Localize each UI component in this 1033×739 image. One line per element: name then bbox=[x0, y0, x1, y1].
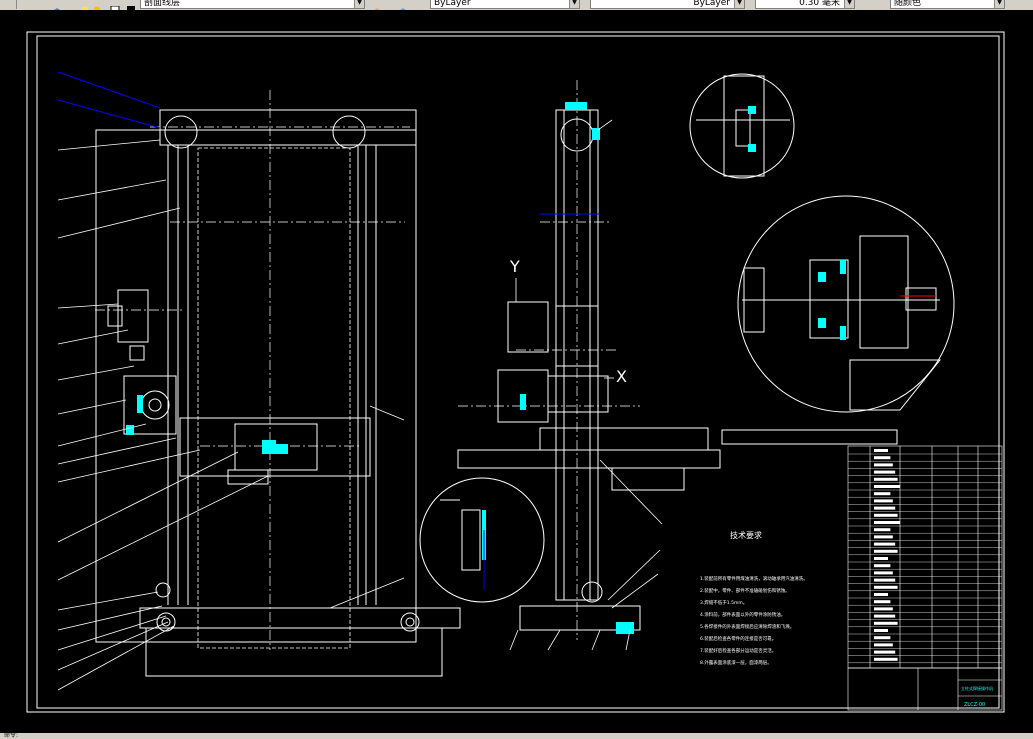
axis-y-label: Y bbox=[509, 257, 520, 276]
parts-row-text-mark bbox=[874, 485, 900, 488]
parts-row-text-mark bbox=[874, 607, 893, 611]
layer-color-icon[interactable] bbox=[126, 0, 136, 10]
linetype-combo-value: ByLayer bbox=[693, 0, 730, 8]
parts-row-text-mark bbox=[874, 643, 893, 647]
lineweight-combo[interactable]: 0.30 毫米 ▼ bbox=[755, 0, 855, 9]
lightbulb-icon[interactable] bbox=[80, 0, 90, 10]
parts-row-text-mark bbox=[874, 549, 898, 553]
parts-row-text-mark bbox=[874, 636, 891, 640]
detail-circle-top bbox=[689, 73, 795, 179]
axis-x-label: X bbox=[616, 367, 627, 386]
tech-line-2: 2.装配中，零件、部件不准磕碰划伤和锈蚀。 bbox=[700, 587, 790, 594]
parts-row-text-mark bbox=[874, 535, 893, 539]
sun-icon[interactable] bbox=[92, 0, 102, 10]
parts-row-text-mark bbox=[874, 528, 891, 532]
parts-row-text-mark bbox=[874, 463, 893, 467]
drawing-canvas[interactable]: Y X 技术要求 1.装配前所有零件用煤油清洗，滚动轴承用汽油清洗。 2.装配中… bbox=[0, 10, 1033, 735]
tech-line-4: 4.涂料前，部件表面以外的零件涂防锈油。 bbox=[700, 611, 785, 618]
parts-row-text-mark bbox=[874, 513, 898, 517]
parts-list-rows bbox=[848, 453, 1002, 663]
parts-row-text-mark bbox=[874, 629, 888, 632]
axis-labels: Y X bbox=[509, 257, 627, 386]
tech-line-7: 7.装配好后检查各部分运动是否灵活。 bbox=[700, 647, 776, 654]
parts-row-text-mark bbox=[874, 650, 896, 654]
parts-row-text-mark bbox=[874, 499, 893, 503]
chevron-down-icon[interactable]: ▼ bbox=[844, 0, 854, 8]
layer-combo[interactable]: 剖面线层 ▼ bbox=[140, 0, 365, 9]
front-view bbox=[95, 109, 461, 677]
parts-row-text-mark bbox=[874, 593, 888, 596]
detail-top-cyan bbox=[748, 106, 756, 152]
parts-row-text-mark bbox=[874, 585, 898, 589]
drawing-svg[interactable]: Y X 技术要求 1.装配前所有零件用煤油清洗，滚动轴承用汽油清洗。 2.装配中… bbox=[0, 10, 1033, 735]
chevron-down-icon[interactable]: ▼ bbox=[569, 0, 579, 8]
tech-line-1: 1.装配前所有零件用煤油清洗，滚动轴承用汽油清洗。 bbox=[700, 575, 808, 582]
color-combo-value: ByLayer bbox=[434, 0, 471, 8]
tech-line-8: 8.外露表面涂底漆一层，面漆两层。 bbox=[700, 659, 772, 666]
tech-line-3: 3.焊缝不低于1.5mm。 bbox=[700, 599, 747, 606]
front-view-centerlines bbox=[95, 90, 410, 650]
side-view-leaders bbox=[509, 119, 663, 651]
tech-requirements: 技术要求 1.装配前所有零件用煤油清洗，滚动轴承用汽油清洗。 2.装配中，零件、… bbox=[700, 530, 808, 666]
parts-row-text-mark bbox=[874, 477, 898, 481]
layer-combo-value: 剖面线层 bbox=[144, 0, 181, 8]
layer-state-icon[interactable] bbox=[50, 0, 64, 10]
command-line-prompt: 命令: bbox=[4, 732, 19, 739]
parts-row-text-mark bbox=[874, 449, 888, 452]
title-block-text: 立柱式焊接操作机 ZLCZ-00 bbox=[961, 685, 993, 708]
lineweight-combo-value: 0.30 毫米 bbox=[799, 0, 840, 8]
parts-row-text-mark bbox=[874, 571, 893, 575]
drawing-frame bbox=[26, 31, 1005, 713]
plotstyle-combo[interactable]: 随颜色 ▼ bbox=[890, 0, 1005, 9]
parts-row-text-mark bbox=[874, 564, 891, 568]
title-block-code: ZLCZ-00 bbox=[964, 702, 985, 708]
parts-row-text-mark bbox=[874, 492, 891, 496]
parts-row-text-mark bbox=[874, 578, 896, 582]
front-view-hidden bbox=[197, 147, 351, 649]
title-block-name: 立柱式焊接操作机 bbox=[961, 685, 993, 691]
axis-arrows bbox=[515, 278, 614, 379]
parts-row-text-mark bbox=[874, 542, 896, 546]
make-current-layer-icon[interactable] bbox=[370, 0, 384, 10]
parts-row-text-mark bbox=[874, 521, 900, 524]
chevron-down-icon[interactable]: ▼ bbox=[354, 0, 364, 8]
parts-row-text-mark bbox=[874, 657, 898, 661]
parts-list bbox=[847, 445, 1003, 669]
parts-row-text-mark bbox=[874, 506, 896, 510]
parts-row-text-mark bbox=[874, 557, 888, 560]
parts-row-text-mark bbox=[874, 621, 898, 625]
tech-title: 技术要求 bbox=[730, 530, 762, 540]
tech-line-6: 6.装配后检查各零件的连接是否可靠。 bbox=[700, 635, 776, 642]
parts-row-text-mark bbox=[874, 456, 891, 460]
layer-previous-icon[interactable] bbox=[396, 0, 410, 10]
linetype-combo[interactable]: ByLayer ▼ bbox=[590, 0, 745, 9]
square-color-icon[interactable] bbox=[110, 0, 120, 10]
color-combo[interactable]: ByLayer ▼ bbox=[430, 0, 580, 9]
front-view-blue-leaders bbox=[57, 71, 161, 129]
chevron-down-icon[interactable]: ▼ bbox=[734, 0, 744, 8]
command-line[interactable]: 命令: bbox=[0, 733, 1033, 739]
detail-circle-right bbox=[737, 195, 955, 413]
plotstyle-combo-value: 随颜色 bbox=[894, 0, 922, 8]
chevron-down-icon[interactable]: ▼ bbox=[994, 0, 1004, 8]
side-view bbox=[457, 109, 898, 631]
parts-row-text-mark bbox=[874, 470, 896, 474]
tech-line-5: 5.各焊接件的外表面焊接后应清除焊渣和飞溅。 bbox=[700, 623, 794, 630]
layer-manager-icon[interactable] bbox=[2, 0, 17, 9]
parts-row-text-mark bbox=[874, 614, 896, 618]
parts-row-text-mark bbox=[874, 600, 891, 604]
